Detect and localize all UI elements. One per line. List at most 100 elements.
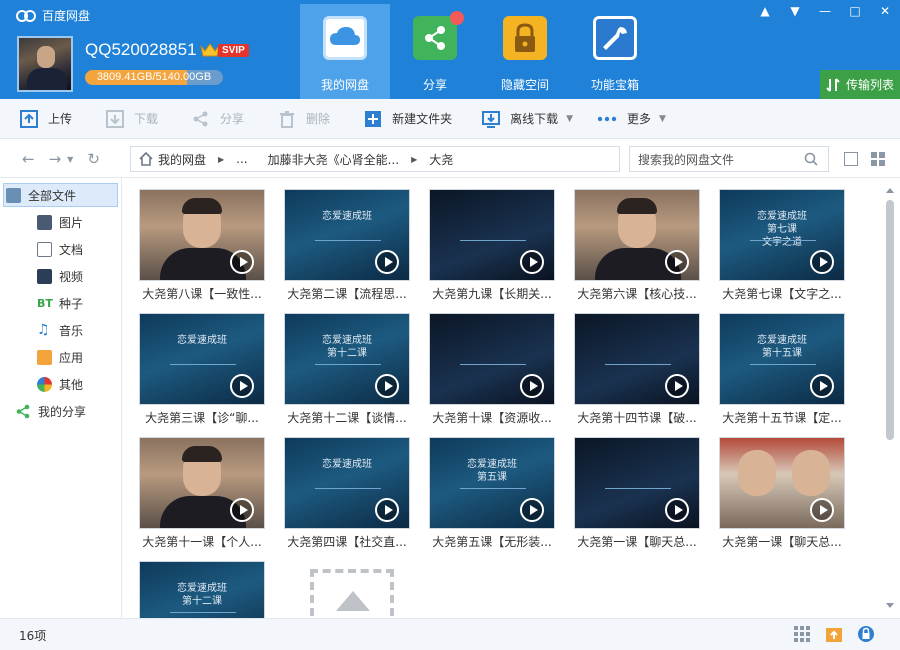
vertical-scrollbar[interactable]	[884, 184, 896, 612]
menu-dropdown-button[interactable]: ▼	[780, 0, 810, 22]
username[interactable]: QQ520028851	[85, 40, 197, 60]
file-name[interactable]: 大尧第八课【一致性...	[139, 285, 265, 302]
video-thumbnail[interactable]: 恋爱速成班 第十二课	[139, 561, 265, 618]
file-name[interactable]: 大尧第十五节课【定...	[719, 409, 845, 426]
nav-hidden-space[interactable]: 隐藏空间	[480, 4, 570, 99]
file-name[interactable]: 大尧第六课【核心技...	[574, 285, 700, 302]
upload-folder-icon[interactable]	[825, 625, 843, 643]
play-icon[interactable]	[230, 250, 254, 274]
play-icon[interactable]	[665, 250, 689, 274]
chevron-down-icon[interactable]: ▼	[659, 114, 666, 124]
more-button[interactable]: 更多 ▼	[587, 99, 676, 139]
grid-icon[interactable]	[793, 625, 811, 643]
video-thumbnail[interactable]: 恋爱速成班 第十五课	[719, 313, 845, 405]
video-thumbnail[interactable]: 恋爱速成班 第七课 文字之道	[719, 189, 845, 281]
play-icon[interactable]	[520, 250, 544, 274]
file-tile[interactable]: 恋爱速成班大尧第二课【流程思...	[284, 189, 410, 309]
breadcrumb-ellipsis[interactable]: ...	[236, 152, 247, 166]
close-button[interactable]: ✕	[870, 0, 900, 22]
avatar[interactable]	[17, 36, 73, 92]
scroll-down-icon[interactable]	[886, 603, 894, 608]
nav-toolbox[interactable]: 功能宝箱	[570, 4, 660, 99]
play-icon[interactable]	[230, 498, 254, 522]
scrollbar-thumb[interactable]	[886, 200, 894, 440]
file-tile[interactable]: 大尧第八课【一致性...	[139, 189, 265, 309]
video-thumbnail[interactable]	[574, 313, 700, 405]
file-name[interactable]: 大尧第五课【无形装...	[429, 533, 555, 550]
play-icon[interactable]	[520, 498, 544, 522]
notification-bell-button[interactable]: ▲	[750, 0, 780, 22]
video-thumbnail[interactable]: 恋爱速成班 第十二课	[284, 313, 410, 405]
file-name[interactable]: 大尧第十课【资源收...	[429, 409, 555, 426]
play-icon[interactable]	[810, 374, 834, 398]
video-thumbnail[interactable]	[429, 313, 555, 405]
download-button[interactable]: 下载	[96, 99, 168, 139]
minimize-button[interactable]: —	[810, 0, 840, 22]
play-icon[interactable]	[665, 374, 689, 398]
file-name[interactable]: 大尧第二课【流程思...	[284, 285, 410, 302]
play-icon[interactable]	[230, 374, 254, 398]
upload-button[interactable]: 上传	[10, 99, 82, 139]
file-tile[interactable]: 恋爱速成班 第十五课大尧第十五节课【定...	[719, 313, 845, 433]
upload-drop-zone[interactable]	[310, 569, 394, 618]
file-name[interactable]: 大尧第十二课【谈情...	[284, 409, 410, 426]
offline-download-button[interactable]: 离线下载 ▼	[472, 99, 583, 139]
play-icon[interactable]	[810, 498, 834, 522]
file-tile[interactable]: 恋爱速成班 第七课 文字之道 大尧第七课【文字之...	[719, 189, 845, 309]
sidebar-item-all-files[interactable]: 全部文件	[3, 183, 118, 207]
home-icon[interactable]	[139, 152, 153, 166]
history-dropdown-icon[interactable]: ▼	[67, 155, 73, 164]
nav-my-disk[interactable]: 我的网盘	[300, 4, 390, 99]
video-thumbnail[interactable]	[429, 189, 555, 281]
video-thumbnail[interactable]	[574, 189, 700, 281]
file-tile[interactable]: 恋爱速成班 第十二课大尧第十二课【谈情...	[284, 313, 410, 433]
back-arrow-icon[interactable]: ←	[22, 150, 35, 168]
new-folder-button[interactable]: 新建文件夹	[354, 99, 462, 139]
sidebar-item-other[interactable]: 其他	[37, 372, 83, 396]
search-icon[interactable]	[804, 152, 818, 166]
file-tile[interactable]: 大尧第一课【聊天总...	[574, 437, 700, 557]
file-tile[interactable]: 大尧第十课【资源收...	[429, 313, 555, 433]
video-thumbnail[interactable]	[574, 437, 700, 529]
play-icon[interactable]	[665, 498, 689, 522]
grid-view-icon[interactable]	[871, 152, 885, 166]
search-input[interactable]: 搜索我的网盘文件	[629, 146, 829, 172]
file-tile[interactable]: 恋爱速成班 第十二课	[139, 561, 265, 618]
file-tile[interactable]: 恋爱速成班 大尧第三课【诊“聊...	[139, 313, 265, 433]
file-tile[interactable]: 大尧第一课【聊天总...	[719, 437, 845, 557]
refresh-icon[interactable]: ↻	[87, 150, 100, 168]
video-thumbnail[interactable]: 恋爱速成班	[139, 313, 265, 405]
delete-button[interactable]: 删除	[268, 99, 340, 139]
maximize-button[interactable]: □	[840, 0, 870, 22]
file-tile[interactable]: 大尧第九课【长期关...	[429, 189, 555, 309]
sidebar-item-my-share[interactable]: 我的分享	[16, 399, 86, 423]
file-name[interactable]: 大尧第十一课【个人...	[139, 533, 265, 550]
video-thumbnail[interactable]: 恋爱速成班	[284, 437, 410, 529]
breadcrumb-root[interactable]: 我的网盘	[158, 151, 206, 168]
chevron-down-icon[interactable]: ▼	[566, 114, 573, 124]
file-name[interactable]: 大尧第一课【聊天总...	[574, 533, 700, 550]
svip-badge[interactable]: SVIP	[200, 42, 249, 58]
play-icon[interactable]	[375, 250, 399, 274]
file-tile[interactable]: 恋爱速成班大尧第四课【社交直...	[284, 437, 410, 557]
forward-arrow-icon[interactable]: →	[49, 150, 62, 168]
sidebar-item-torrents[interactable]: BT 种子	[37, 291, 83, 315]
list-view-icon[interactable]	[844, 152, 858, 166]
scroll-up-icon[interactable]	[886, 188, 894, 193]
video-thumbnail[interactable]	[719, 437, 845, 529]
lock-status-icon[interactable]	[857, 625, 875, 643]
file-name[interactable]: 大尧第十四节课【破...	[574, 409, 700, 426]
file-name[interactable]: 大尧第四课【社交直...	[284, 533, 410, 550]
play-icon[interactable]	[520, 374, 544, 398]
sidebar-item-images[interactable]: 图片	[37, 210, 83, 234]
video-thumbnail[interactable]	[139, 437, 265, 529]
video-thumbnail[interactable]	[139, 189, 265, 281]
file-name[interactable]: 大尧第九课【长期关...	[429, 285, 555, 302]
file-tile[interactable]: 恋爱速成班 第五课 大尧第五课【无形装...	[429, 437, 555, 557]
play-icon[interactable]	[375, 374, 399, 398]
transfer-list-button[interactable]: 传输列表	[820, 70, 900, 99]
sidebar-item-music[interactable]: ♫ 音乐	[37, 318, 83, 342]
file-name[interactable]: 大尧第一课【聊天总...	[719, 533, 845, 550]
video-thumbnail[interactable]: 恋爱速成班	[284, 189, 410, 281]
sidebar-item-videos[interactable]: 视频	[37, 264, 83, 288]
